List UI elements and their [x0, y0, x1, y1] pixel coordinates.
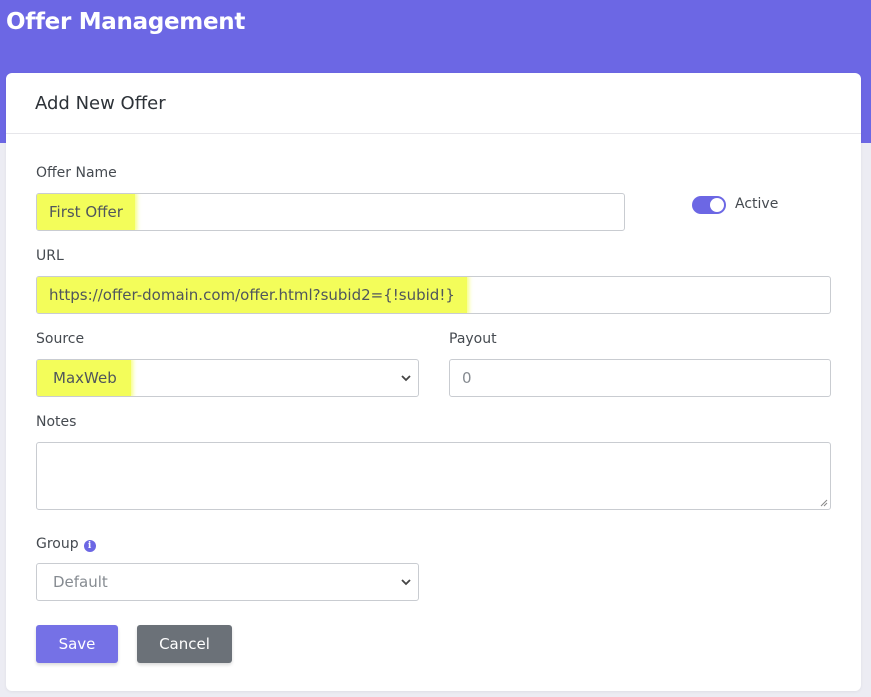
- offer-name-input[interactable]: First Offer: [36, 193, 625, 231]
- offer-name-value: First Offer: [37, 194, 135, 230]
- offer-name-label: Offer Name: [36, 165, 117, 181]
- url-value: https://offer-domain.com/offer.html?subi…: [37, 277, 467, 313]
- active-label: Active: [735, 196, 779, 212]
- notes-textarea[interactable]: [36, 442, 831, 510]
- chevron-down-icon: [401, 375, 411, 382]
- toggle-knob: [710, 198, 724, 212]
- group-label: Group: [36, 536, 79, 552]
- url-input[interactable]: https://offer-domain.com/offer.html?subi…: [36, 276, 831, 314]
- add-offer-card: Add New Offer Offer Name First Offer Act…: [6, 73, 861, 691]
- cancel-button[interactable]: Cancel: [137, 625, 232, 663]
- card-header: Add New Offer: [6, 73, 861, 134]
- chevron-down-icon: [401, 579, 411, 586]
- payout-label: Payout: [449, 331, 497, 347]
- payout-placeholder: 0: [462, 369, 472, 387]
- notes-label: Notes: [36, 414, 77, 430]
- source-select[interactable]: MaxWeb: [36, 359, 419, 397]
- group-label-row: Group i: [36, 536, 96, 552]
- card-title: Add New Offer: [35, 93, 166, 114]
- save-button[interactable]: Save: [36, 625, 118, 663]
- payout-input[interactable]: 0: [449, 359, 831, 397]
- active-toggle[interactable]: [692, 196, 726, 214]
- app-title: Offer Management: [6, 9, 246, 35]
- info-icon[interactable]: i: [83, 540, 96, 552]
- url-label: URL: [36, 248, 64, 264]
- group-select[interactable]: Default: [36, 563, 419, 601]
- group-value: Default: [53, 573, 108, 591]
- source-label: Source: [36, 331, 85, 347]
- source-value: MaxWeb: [37, 360, 131, 396]
- resize-handle-icon[interactable]: [820, 499, 828, 507]
